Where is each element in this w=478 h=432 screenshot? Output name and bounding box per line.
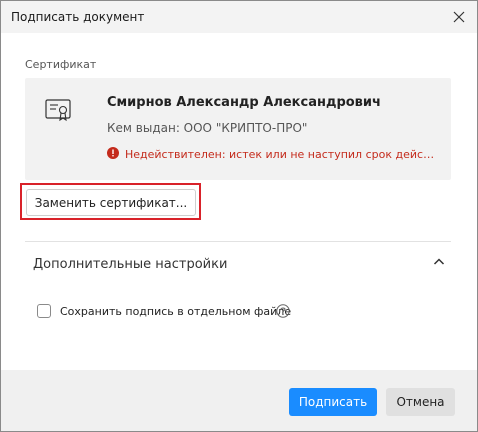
cancel-button[interactable]: Отмена [386, 388, 455, 416]
save-separate-label: Сохранить подпись в отдельном файле [60, 305, 292, 318]
replace-certificate-label: Заменить сертификат... [34, 195, 188, 210]
certificate-status: Недействителен: истек или не наступил ср… [125, 148, 435, 161]
advanced-settings-label: Дополнительные настройки [33, 257, 228, 272]
chevron-up-icon [433, 258, 445, 265]
save-separate-checkbox[interactable] [37, 304, 51, 318]
sign-document-dialog: Подписать документ Сертификат Смирнов Ал… [0, 0, 478, 432]
dialog-title: Подписать документ [11, 10, 145, 24]
close-icon [453, 11, 465, 23]
help-icon[interactable] [276, 304, 290, 318]
replace-certificate-button[interactable]: Заменить сертификат... [26, 189, 196, 216]
close-button[interactable] [449, 7, 469, 27]
sign-button[interactable]: Подписать [289, 388, 377, 416]
certificate-section-label: Сертификат [25, 58, 97, 71]
error-icon [107, 147, 119, 159]
sign-button-label: Подписать [298, 395, 368, 409]
certificate-issuer: Кем выдан: ООО "КРИПТО-ПРО" [107, 121, 308, 135]
cancel-button-label: Отмена [396, 395, 445, 409]
certificate-card: Смирнов Александр Александрович Кем выда… [25, 78, 451, 180]
advanced-settings-toggle[interactable]: Дополнительные настройки [25, 242, 451, 286]
certificate-owner-name: Смирнов Александр Александрович [107, 95, 381, 110]
certificate-icon [45, 99, 71, 122]
title-bar: Подписать документ [1, 1, 477, 33]
